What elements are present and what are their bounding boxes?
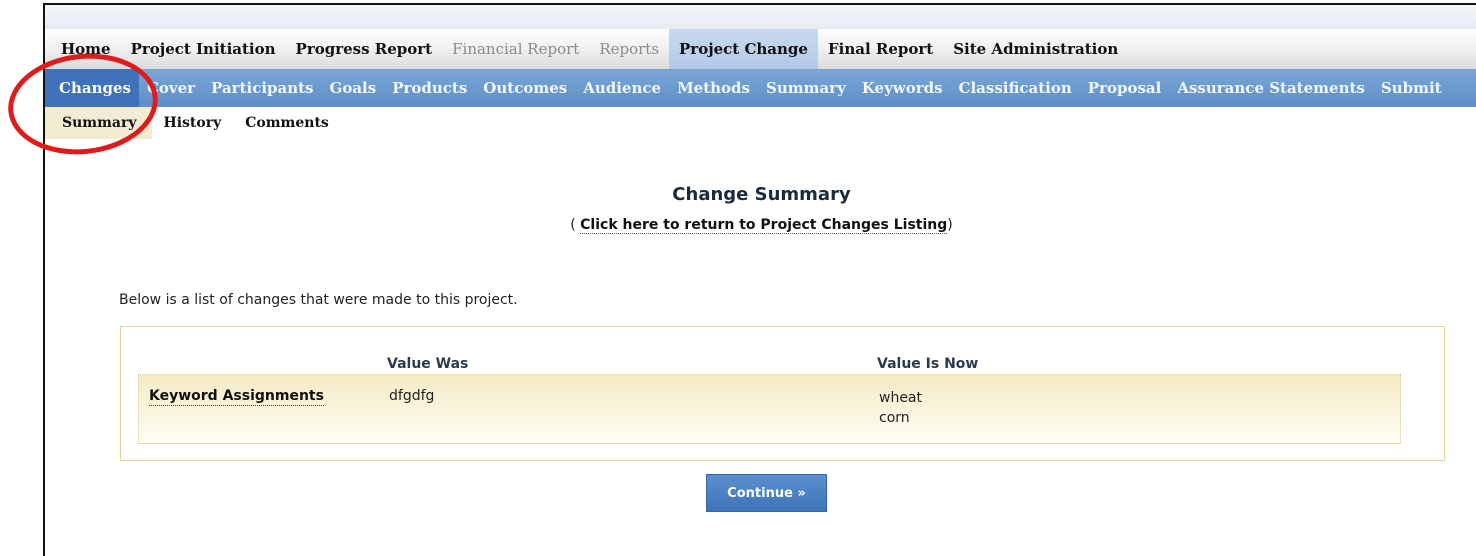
return-line: ( Click here to return to Project Change… bbox=[45, 217, 1476, 234]
main-nav-project-initiation[interactable]: Project Initiation bbox=[121, 29, 286, 69]
main-nav-reports: Reports bbox=[599, 40, 660, 58]
tab-history[interactable]: History bbox=[152, 107, 234, 139]
top-strip bbox=[45, 5, 1476, 29]
sub-nav-audience[interactable]: Audience bbox=[575, 69, 669, 107]
value-is-now: wheat corn bbox=[879, 388, 922, 428]
return-to-listing-link[interactable]: Click here to return to Project Changes … bbox=[580, 217, 948, 234]
value-was-item: dfgdfg bbox=[389, 388, 435, 404]
return-suffix: ) bbox=[947, 217, 953, 233]
page-title: Change Summary bbox=[672, 184, 851, 205]
sub-nav-goals[interactable]: Goals bbox=[322, 69, 385, 107]
sub-nav-products[interactable]: Products bbox=[384, 69, 475, 107]
continue-button[interactable]: Continue » bbox=[706, 474, 827, 512]
main-nav-home[interactable]: Home bbox=[45, 29, 121, 69]
main-nav-project-change[interactable]: Project Change bbox=[669, 29, 818, 69]
sub-nav-classification[interactable]: Classification bbox=[951, 69, 1080, 107]
sub-nav-cover[interactable]: Cover bbox=[139, 69, 203, 107]
sub-nav: Changes Cover Participants Goals Product… bbox=[45, 69, 1476, 107]
sub-nav-proposal[interactable]: Proposal bbox=[1080, 69, 1170, 107]
value-now-item: corn bbox=[879, 410, 910, 426]
value-now-item: wheat bbox=[879, 390, 923, 406]
sub-nav-summary[interactable]: Summary bbox=[758, 69, 854, 107]
table-row: Keyword Assignments dfgdfg wheat corn bbox=[138, 374, 1401, 444]
change-summary-table: Value Was Value Is Now Keyword Assignmen… bbox=[120, 326, 1445, 461]
tab-summary[interactable]: Summary bbox=[45, 107, 152, 139]
main-nav-site-administration[interactable]: Site Administration bbox=[943, 29, 1128, 69]
return-prefix: ( bbox=[570, 217, 581, 233]
sub-nav-keywords[interactable]: Keywords bbox=[854, 69, 951, 107]
main-nav-progress-report[interactable]: Progress Report bbox=[286, 29, 443, 69]
change-tabs: Summary History Comments bbox=[45, 107, 1476, 139]
value-was: dfgdfg bbox=[389, 388, 434, 404]
intro-text: Below is a list of changes that were mad… bbox=[119, 292, 518, 308]
sub-nav-submit[interactable]: Submit bbox=[1373, 69, 1450, 107]
row-label: Keyword Assignments bbox=[149, 388, 324, 406]
main-nav: Home Project Initiation Progress Report … bbox=[45, 29, 1476, 69]
sub-nav-methods[interactable]: Methods bbox=[669, 69, 758, 107]
main-nav-final-report[interactable]: Final Report bbox=[818, 29, 943, 69]
main-nav-financial-report: Financial Report bbox=[452, 40, 580, 58]
column-header-now: Value Is Now bbox=[877, 356, 979, 372]
sub-nav-assurance-statements[interactable]: Assurance Statements bbox=[1169, 69, 1373, 107]
column-header-was: Value Was bbox=[387, 356, 469, 372]
app-window: Home Project Initiation Progress Report … bbox=[43, 3, 1476, 556]
tab-comments[interactable]: Comments bbox=[233, 107, 341, 139]
sub-nav-outcomes[interactable]: Outcomes bbox=[475, 69, 575, 107]
sub-nav-changes[interactable]: Changes bbox=[45, 69, 139, 107]
sub-nav-participants[interactable]: Participants bbox=[203, 69, 321, 107]
